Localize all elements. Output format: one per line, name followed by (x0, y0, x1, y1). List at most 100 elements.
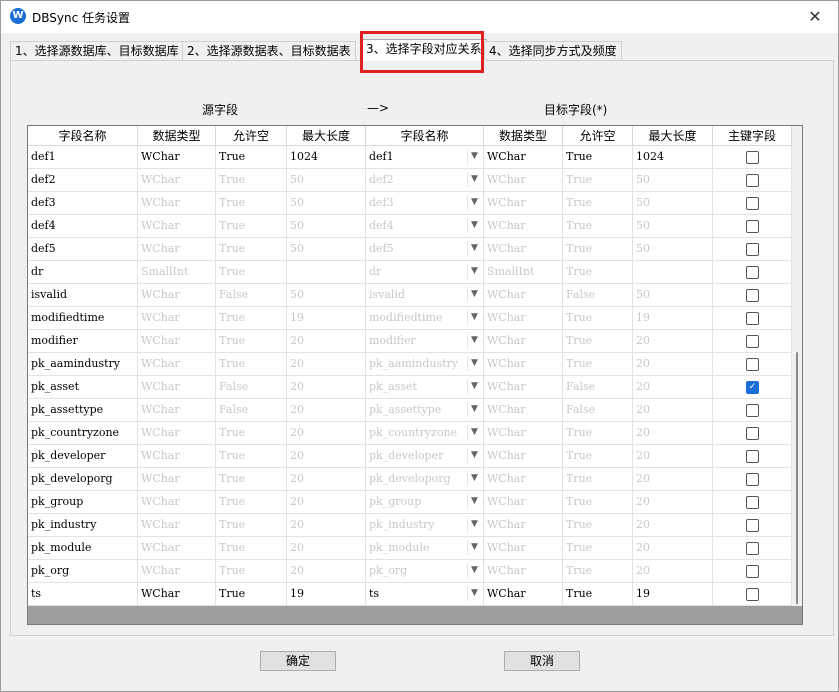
chevron-down-icon[interactable]: ▼ (467, 356, 481, 371)
chevron-down-icon[interactable]: ▼ (467, 563, 481, 578)
target-field-select[interactable]: pk_aamindustry ▼ (366, 353, 484, 376)
source-data-type: WChar (138, 192, 216, 215)
source-nullable: True (216, 330, 287, 353)
chevron-down-icon[interactable]: ▼ (467, 494, 481, 509)
primary-key-checkbox[interactable]: ✓ (746, 381, 759, 394)
target-field-select[interactable]: pk_developorg ▼ (366, 468, 484, 491)
target-field-select[interactable]: def4 ▼ (366, 215, 484, 238)
chevron-down-icon[interactable]: ▼ (467, 402, 481, 417)
target-nullable-text: True (566, 449, 593, 462)
source-nullable: True (216, 422, 287, 445)
chevron-down-icon[interactable]: ▼ (467, 379, 481, 394)
table-row: modifier WChar True 20 modifier ▼ WChar True 20 (28, 330, 792, 353)
source-max-length-text: 50 (290, 219, 304, 232)
chevron-down-icon[interactable]: ▼ (467, 241, 481, 256)
target-field-select[interactable]: pk_industry ▼ (366, 514, 484, 537)
source-data-type: WChar (138, 169, 216, 192)
target-field-select[interactable]: def3 ▼ (366, 192, 484, 215)
target-nullable-text: True (566, 334, 593, 347)
ok-button[interactable]: 确定 (260, 651, 336, 671)
target-data-type-text: WChar (487, 472, 526, 485)
chevron-down-icon[interactable]: ▼ (467, 287, 481, 302)
chevron-down-icon[interactable]: ▼ (467, 264, 481, 279)
cancel-button[interactable]: 取消 (504, 651, 580, 671)
primary-key-checkbox[interactable] (746, 220, 759, 233)
scrollbar-thumb[interactable] (796, 352, 798, 604)
chevron-down-icon[interactable]: ▼ (467, 310, 481, 325)
source-field-name-text: pk_aamindustry (31, 357, 121, 370)
highlight-box (360, 31, 484, 73)
primary-key-checkbox[interactable] (746, 335, 759, 348)
primary-key-checkbox[interactable] (746, 427, 759, 440)
tab-select-database[interactable]: 1、选择源数据库、目标数据库 (10, 41, 184, 60)
chevron-down-icon[interactable]: ▼ (467, 471, 481, 486)
primary-key-checkbox[interactable] (746, 588, 759, 601)
primary-key-checkbox[interactable] (746, 519, 759, 532)
primary-key-checkbox[interactable] (746, 450, 759, 463)
target-field-select[interactable]: pk_asset ▼ (366, 376, 484, 399)
chevron-down-icon[interactable]: ▼ (467, 517, 481, 532)
primary-key-checkbox[interactable] (746, 404, 759, 417)
source-nullable-text: True (219, 518, 246, 531)
chevron-down-icon[interactable]: ▼ (467, 195, 481, 210)
target-field-select[interactable]: modifier ▼ (366, 330, 484, 353)
table-row: pk_module WChar True 20 pk_module ▼ WChar True 2… (28, 537, 792, 560)
source-field-name: isvalid (28, 284, 138, 307)
source-nullable-text: True (219, 495, 246, 508)
close-button[interactable]: ✕ (800, 5, 830, 29)
target-field-select[interactable]: pk_countryzone ▼ (366, 422, 484, 445)
primary-key-checkbox[interactable] (746, 289, 759, 302)
primary-key-checkbox[interactable] (746, 542, 759, 555)
primary-key-checkbox[interactable] (746, 473, 759, 486)
table-row: pk_group WChar True 20 pk_group ▼ WChar True 20 (28, 491, 792, 514)
target-field-select[interactable]: pk_developer ▼ (366, 445, 484, 468)
chevron-down-icon[interactable]: ▼ (467, 333, 481, 348)
target-max-length-text: 20 (636, 541, 650, 554)
primary-key-checkbox[interactable] (746, 496, 759, 509)
table-row: pk_org WChar True 20 pk_org ▼ WChar True 20 (28, 560, 792, 583)
target-field-select[interactable]: ts ▼ (366, 583, 484, 606)
chevron-down-icon[interactable]: ▼ (467, 586, 481, 601)
target-data-type-text: WChar (487, 587, 526, 600)
target-nullable-text: True (566, 150, 593, 163)
primary-key-checkbox[interactable] (746, 197, 759, 210)
tab-sync-mode[interactable]: 4、选择同步方式及频度 (484, 41, 622, 60)
chevron-down-icon[interactable]: ▼ (467, 218, 481, 233)
chevron-down-icon[interactable]: ▼ (467, 540, 481, 555)
target-field-select[interactable]: pk_org ▼ (366, 560, 484, 583)
target-field-select[interactable]: def1 ▼ (366, 146, 484, 169)
vertical-scrollbar[interactable] (792, 126, 802, 606)
target-field-select[interactable]: pk_module ▼ (366, 537, 484, 560)
source-nullable-text: False (219, 403, 249, 416)
target-field-select[interactable]: def5 ▼ (366, 238, 484, 261)
target-field-select-text: pk_module (369, 541, 430, 554)
primary-key-checkbox[interactable] (746, 312, 759, 325)
source-max-length: 20 (287, 491, 366, 514)
chevron-down-icon[interactable]: ▼ (467, 425, 481, 440)
primary-key-checkbox[interactable] (746, 151, 759, 164)
target-max-length: 20 (633, 537, 713, 560)
target-field-select[interactable]: dr ▼ (366, 261, 484, 284)
target-field-select[interactable]: pk_group ▼ (366, 491, 484, 514)
target-nullable: True (563, 514, 633, 537)
chevron-down-icon[interactable]: ▼ (467, 172, 481, 187)
primary-key-checkbox[interactable] (746, 565, 759, 578)
target-field-select[interactable]: isvalid ▼ (366, 284, 484, 307)
table-row: pk_assettype WChar False 20 pk_assettype ▼ WCh… (28, 399, 792, 422)
primary-key-checkbox[interactable] (746, 358, 759, 371)
target-data-type-text: WChar (487, 380, 526, 393)
target-field-select[interactable]: modifiedtime ▼ (366, 307, 484, 330)
primary-key-checkbox[interactable] (746, 243, 759, 256)
chevron-down-icon[interactable]: ▼ (467, 149, 481, 164)
chevron-down-icon[interactable]: ▼ (467, 448, 481, 463)
primary-key-checkbox[interactable] (746, 266, 759, 279)
source-field-name-text: modifier (31, 334, 78, 347)
target-nullable-text: True (566, 426, 593, 439)
primary-key-cell (713, 192, 792, 215)
table-row: def1 WChar True 1024 def1 ▼ WChar True 1024 (28, 146, 792, 169)
target-field-select[interactable]: def2 ▼ (366, 169, 484, 192)
primary-key-checkbox[interactable] (746, 174, 759, 187)
target-field-select[interactable]: pk_assettype ▼ (366, 399, 484, 422)
target-max-length-text: 19 (636, 311, 650, 324)
tab-select-table[interactable]: 2、选择源数据表、目标数据表 (182, 41, 356, 60)
